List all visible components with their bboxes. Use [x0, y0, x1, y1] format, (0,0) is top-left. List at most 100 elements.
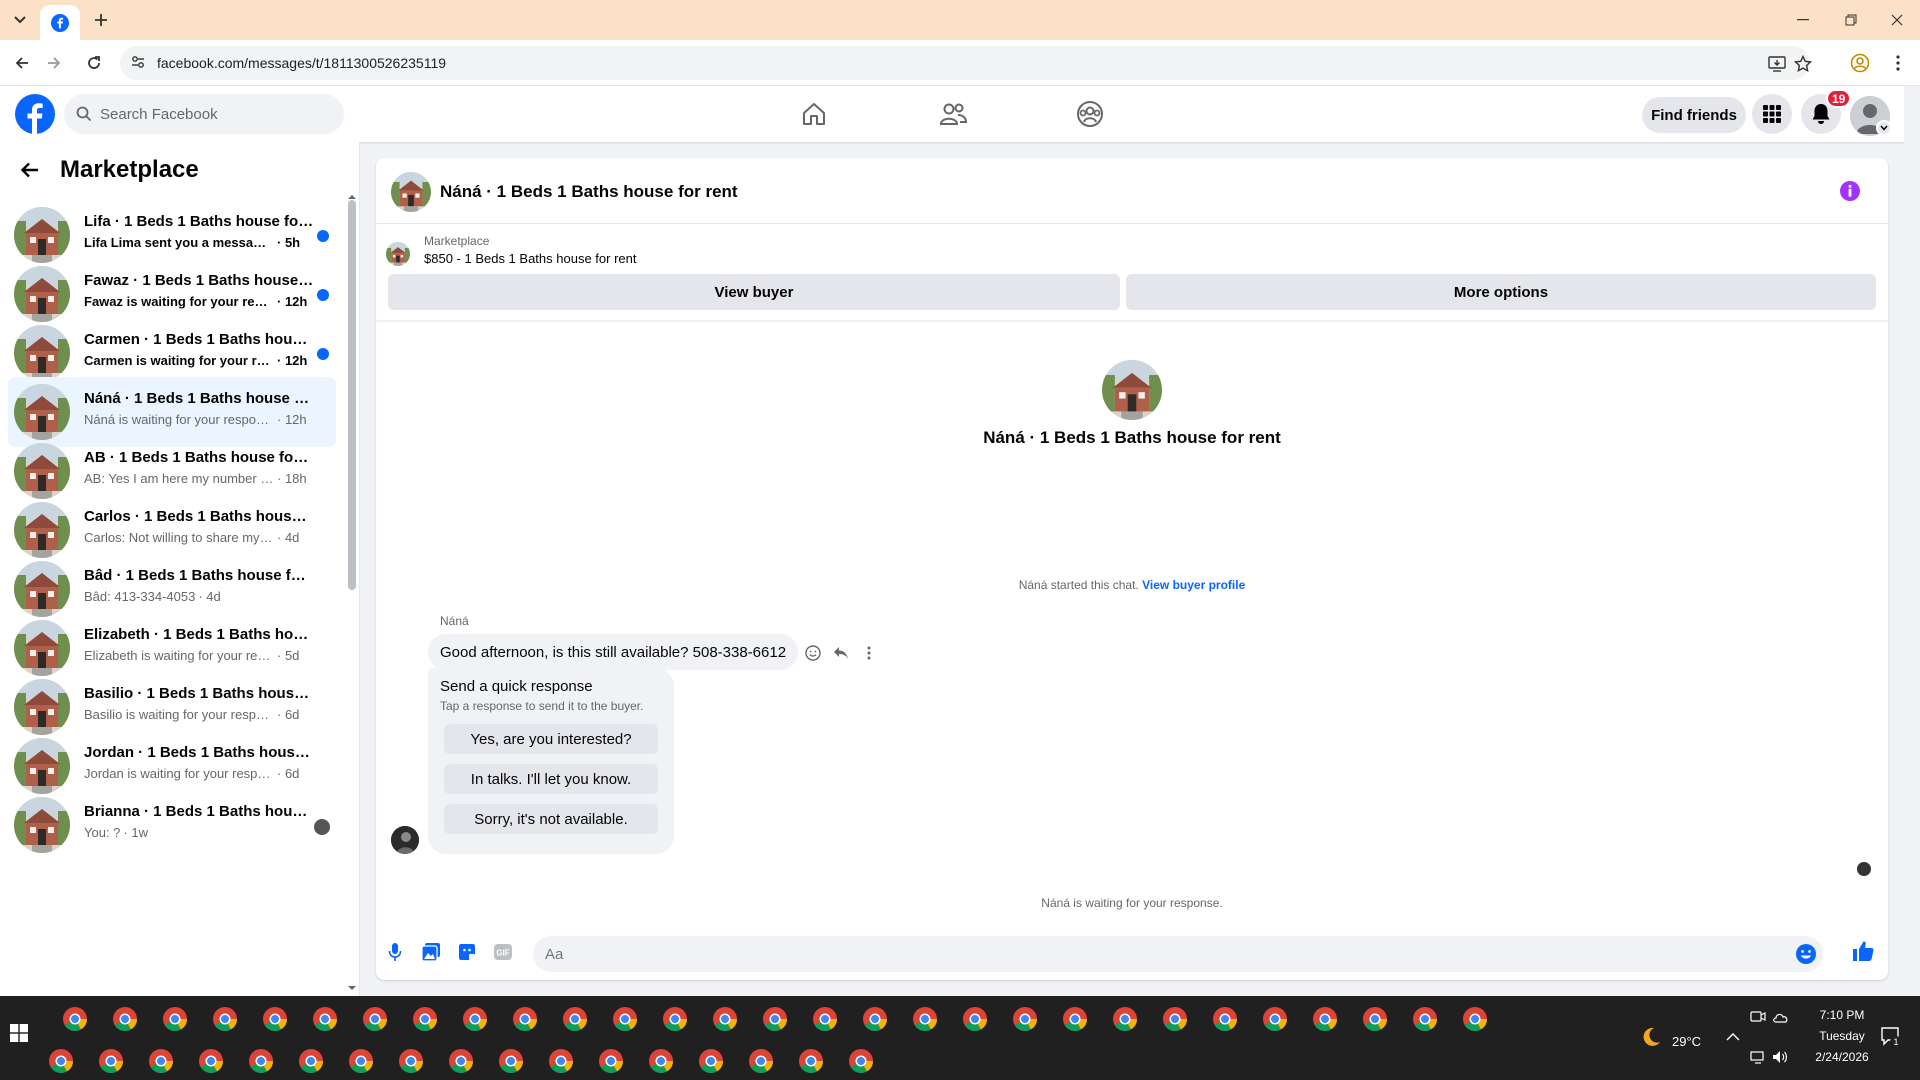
chrome-app-icon[interactable] [248, 1048, 274, 1074]
chrome-app-icon[interactable] [362, 1006, 388, 1032]
chrome-app-icon[interactable] [648, 1048, 674, 1074]
bookmark-button[interactable] [1793, 54, 1813, 74]
volume-icon[interactable] [1772, 1050, 1788, 1064]
menu-button[interactable] [1752, 94, 1792, 134]
chrome-app-icon[interactable] [762, 1006, 788, 1032]
chrome-app-icon[interactable] [548, 1048, 574, 1074]
chrome-app-icon[interactable] [1412, 1006, 1438, 1032]
reload-button[interactable] [80, 49, 108, 77]
chrome-app-icon[interactable] [912, 1006, 938, 1032]
address-bar[interactable]: facebook.com/messages/t/1811300526235119 [120, 46, 1813, 80]
react-button[interactable] [804, 644, 822, 662]
network-icon[interactable] [1750, 1050, 1768, 1064]
forward-button[interactable] [40, 49, 68, 77]
quick-response-yes[interactable]: Yes, are you interested? [444, 724, 658, 754]
chrome-app-icon[interactable] [748, 1048, 774, 1074]
chat-avatar[interactable] [391, 172, 431, 212]
view-buyer-profile-link[interactable]: View buyer profile [1142, 578, 1245, 592]
chrome-app-icon[interactable] [412, 1006, 438, 1032]
clock-date[interactable]: 2/24/2026 [1806, 1050, 1878, 1064]
install-app-button[interactable] [1767, 54, 1787, 74]
account-chevron[interactable] [1876, 120, 1892, 136]
quick-response-in-talks[interactable]: In talks. I'll let you know. [444, 764, 658, 794]
facebook-search-input[interactable]: Search Facebook [64, 94, 344, 134]
conversation-avatar[interactable] [1102, 360, 1162, 420]
back-arrow-icon[interactable] [20, 160, 40, 180]
sender-avatar[interactable] [391, 826, 419, 854]
chrome-app-icon[interactable] [1262, 1006, 1288, 1032]
chrome-app-icon[interactable] [712, 1006, 738, 1032]
chrome-app-icon[interactable] [698, 1048, 724, 1074]
chrome-app-icon[interactable] [1062, 1006, 1088, 1032]
chrome-app-icon[interactable] [848, 1048, 874, 1074]
clock-time[interactable]: 7:10 PM [1806, 1008, 1878, 1022]
thumbs-up-icon[interactable] [1851, 939, 1875, 963]
quick-response-not-available[interactable]: Sorry, it's not available. [444, 804, 658, 834]
chrome-app-icon[interactable] [212, 1006, 238, 1032]
moon-weather-icon[interactable] [1640, 1026, 1662, 1048]
nav-friends[interactable] [937, 98, 969, 130]
chrome-app-icon[interactable] [812, 1006, 838, 1032]
chrome-app-icon[interactable] [148, 1048, 174, 1074]
chrome-app-icon[interactable] [1112, 1006, 1138, 1032]
chrome-app-icon[interactable] [662, 1006, 688, 1032]
chrome-app-icon[interactable] [1312, 1006, 1338, 1032]
nav-home[interactable] [798, 98, 830, 130]
facebook-logo[interactable] [15, 94, 55, 134]
chrome-app-icon[interactable] [62, 1006, 88, 1032]
chrome-app-icon[interactable] [798, 1048, 824, 1074]
view-buyer-button[interactable]: View buyer [388, 274, 1120, 310]
chrome-app-icon[interactable] [198, 1048, 224, 1074]
restore-button[interactable] [1828, 0, 1874, 40]
chrome-app-icon[interactable] [448, 1048, 474, 1074]
attach-photo-button[interactable] [420, 941, 442, 963]
chrome-app-icon[interactable] [112, 1006, 138, 1032]
find-friends-button[interactable]: Find friends [1642, 97, 1746, 133]
sidebar-scrollbar[interactable] [348, 200, 356, 590]
weather-temp[interactable]: 29°C [1672, 1034, 1701, 1049]
more-actions-button[interactable] [860, 644, 878, 662]
chat-title[interactable]: Náná · 1 Beds 1 Baths house for rent [440, 182, 738, 202]
windows-start-icon[interactable] [10, 1024, 28, 1042]
back-button[interactable] [8, 49, 36, 77]
chrome-app-icon[interactable] [1162, 1006, 1188, 1032]
chrome-app-icon[interactable] [598, 1048, 624, 1074]
meet-icon[interactable] [1750, 1010, 1766, 1024]
chrome-app-icon[interactable] [612, 1006, 638, 1032]
chevron-up-icon[interactable] [1726, 1032, 1740, 1042]
chrome-app-icon[interactable] [48, 1048, 74, 1074]
nav-groups[interactable] [1074, 98, 1106, 130]
chrome-app-icon[interactable] [312, 1006, 338, 1032]
chrome-app-icon[interactable] [512, 1006, 538, 1032]
chrome-app-icon[interactable] [1012, 1006, 1038, 1032]
info-icon[interactable] [1839, 180, 1861, 202]
conversation-item[interactable]: Brianna · 1 Beds 1 Baths house for rent Y… [8, 790, 336, 860]
chrome-app-icon[interactable] [962, 1006, 988, 1032]
chrome-app-icon[interactable] [1362, 1006, 1388, 1032]
more-options-button[interactable]: More options [1126, 274, 1876, 310]
browser-menu-button[interactable] [1886, 52, 1910, 74]
chrome-app-icon[interactable] [862, 1006, 888, 1032]
chrome-app-icon[interactable] [498, 1048, 524, 1074]
sticker-button[interactable] [456, 941, 478, 963]
tab-search-button[interactable] [8, 9, 32, 31]
message-bubble[interactable]: Good afternoon, is this still available?… [428, 634, 799, 670]
chrome-app-icon[interactable] [1462, 1006, 1488, 1032]
new-tab-button[interactable] [90, 9, 112, 31]
browser-tab-facebook[interactable] [40, 5, 80, 40]
chrome-app-icon[interactable] [562, 1006, 588, 1032]
chrome-app-icon[interactable] [298, 1048, 324, 1074]
close-window-button[interactable] [1874, 0, 1920, 40]
cloud-icon[interactable] [1772, 1010, 1790, 1024]
message-input[interactable] [533, 936, 1783, 972]
chrome-app-icon[interactable] [98, 1048, 124, 1074]
chrome-app-icon[interactable] [1212, 1006, 1238, 1032]
chrome-app-icon[interactable] [262, 1006, 288, 1032]
reply-button[interactable] [832, 644, 850, 662]
clock-day[interactable]: Tuesday [1806, 1029, 1878, 1043]
emoji-icon[interactable] [1795, 943, 1817, 965]
voice-clip-button[interactable] [384, 941, 406, 963]
chrome-app-icon[interactable] [398, 1048, 424, 1074]
gif-button[interactable]: GIF [492, 941, 514, 963]
chrome-app-icon[interactable] [162, 1006, 188, 1032]
